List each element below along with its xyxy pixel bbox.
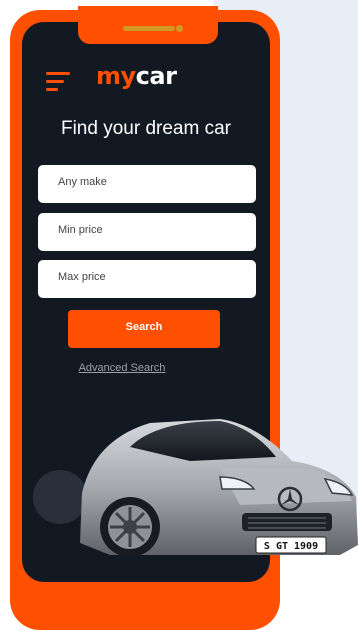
hamburger-menu-icon[interactable] <box>46 72 70 91</box>
page-title: Find your dream car <box>60 118 231 139</box>
min-price-input[interactable]: Min price <box>38 213 256 251</box>
car-image: S GT 1909 <box>80 419 358 557</box>
make-placeholder: Any make <box>58 176 107 188</box>
make-select[interactable]: Any make <box>38 165 256 203</box>
brand-suffix: car <box>135 62 177 90</box>
advanced-search-link[interactable]: Advanced Search <box>22 362 222 374</box>
max-price-input[interactable]: Max price <box>38 260 256 298</box>
max-price-placeholder: Max price <box>58 271 106 283</box>
speaker-icon <box>123 26 175 31</box>
brand-logo[interactable]: mycar <box>96 62 177 90</box>
min-price-placeholder: Min price <box>58 224 103 236</box>
license-plate: S GT 1909 <box>264 541 318 552</box>
brand-prefix: my <box>96 62 136 90</box>
camera-icon <box>176 25 183 32</box>
search-button[interactable]: Search <box>68 310 220 348</box>
phone-notch <box>78 6 218 44</box>
